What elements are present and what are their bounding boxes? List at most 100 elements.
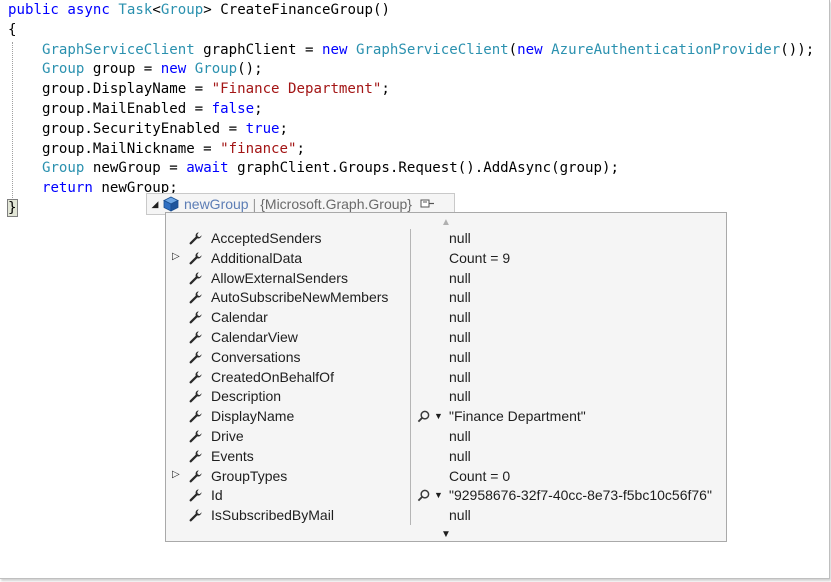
property-value[interactable]: null xyxy=(449,348,471,368)
property-row[interactable]: Events null xyxy=(166,447,726,467)
property-value[interactable]: null xyxy=(449,269,471,289)
code-token-string: "Finance Department" xyxy=(211,81,382,98)
property-name: GroupTypes xyxy=(211,467,288,484)
code-token-keyword: async xyxy=(67,2,110,18)
property-row[interactable]: ▷ GroupTypes Count = 0 xyxy=(166,467,726,487)
property-value[interactable]: null xyxy=(449,506,471,526)
code-line[interactable]: Group newGroup = await graphClient.Group… xyxy=(8,159,825,179)
property-name: Drive xyxy=(211,427,244,444)
property-row[interactable]: AcceptedSenders null xyxy=(166,229,726,249)
property-value[interactable]: null xyxy=(449,308,471,328)
property-wrench-icon xyxy=(188,271,203,286)
property-row[interactable]: ▷ AdditionalData Count = 9 xyxy=(166,249,726,269)
code-token-keyword: return xyxy=(41,180,93,197)
property-row[interactable]: Id ▼ "92958676-32f7-40cc-8e73-f5bc10c56f76… xyxy=(166,486,726,506)
property-value[interactable]: "92958676-32f7-40cc-8e73-f5bc10c56f76" xyxy=(449,486,712,506)
code-token-keyword: new xyxy=(517,41,543,58)
code-editor-window: public async Task<Group> CreateFinanceGr… xyxy=(0,0,830,579)
code-token-type: Group xyxy=(41,61,85,78)
property-value[interactable]: Count = 9 xyxy=(449,249,510,269)
code-token: group.MailEnabled = xyxy=(8,100,212,117)
property-row[interactable]: Description null xyxy=(166,387,726,407)
property-row[interactable]: Conversations null xyxy=(166,348,726,368)
code-token: group.MailNickname = xyxy=(8,140,221,157)
magnifier-visualizer-icon[interactable] xyxy=(417,489,430,502)
property-row[interactable]: DisplayName ▼ "Finance Department" xyxy=(166,407,726,427)
property-wrench-icon xyxy=(188,290,203,305)
code-line[interactable]: GraphServiceClient graphClient = new Gra… xyxy=(8,41,825,61)
magnifier-visualizer-icon[interactable] xyxy=(417,410,430,423)
code-token-keyword: new xyxy=(321,41,348,58)
property-wrench-icon xyxy=(188,330,203,345)
code-token-type: Group xyxy=(160,2,204,18)
property-row[interactable]: IsSubscribedByMail null xyxy=(166,506,726,526)
code-token-string: "finance" xyxy=(220,140,297,157)
property-name: Description xyxy=(211,388,282,405)
pin-icon[interactable] xyxy=(419,197,435,211)
visualizer-dropdown-icon[interactable]: ▼ xyxy=(434,407,443,427)
property-row[interactable]: Drive null xyxy=(166,427,726,447)
code-line[interactable]: group.MailEnabled = false; xyxy=(8,100,825,120)
code-token-type: AzureAuthenticationProvider xyxy=(551,41,781,58)
property-value[interactable]: null xyxy=(449,387,471,407)
property-row[interactable]: AllowExternalSenders null xyxy=(166,269,726,289)
code-token-type: Group xyxy=(194,61,238,78)
property-name: DisplayName xyxy=(211,408,295,425)
property-name: Conversations xyxy=(211,348,301,365)
code-line[interactable]: public async Task<Group> CreateFinanceGr… xyxy=(8,1,825,21)
code-token: group = xyxy=(84,61,161,78)
property-row[interactable]: Calendar null xyxy=(166,308,726,328)
visualizer-dropdown-icon[interactable]: ▼ xyxy=(434,486,443,506)
code-editor[interactable]: public async Task<Group> CreateFinanceGr… xyxy=(7,1,825,219)
code-line[interactable]: group.DisplayName = "Finance Department"… xyxy=(8,80,825,100)
property-value[interactable]: null xyxy=(449,229,471,249)
code-token-type: Task xyxy=(118,2,153,18)
scroll-up-arrow-icon[interactable]: ▲ xyxy=(166,215,726,229)
expand-triangle-icon[interactable]: ▷ xyxy=(172,251,182,262)
code-line[interactable]: group.MailNickname = "finance"; xyxy=(8,140,825,160)
property-wrench-icon xyxy=(188,449,203,464)
code-token-keyword: new xyxy=(160,61,187,78)
code-token: ; xyxy=(296,140,306,157)
property-value[interactable]: null xyxy=(449,447,471,467)
expand-triangle-icon[interactable]: ▷ xyxy=(172,469,182,480)
collapse-triangle-icon[interactable]: ◢ xyxy=(147,199,163,210)
property-row[interactable]: CreatedOnBehalfOf null xyxy=(166,368,726,388)
property-value[interactable]: null xyxy=(449,328,471,348)
code-line[interactable]: { xyxy=(8,21,825,41)
datatip-variable-name[interactable]: newGroup xyxy=(184,196,249,212)
property-row[interactable]: AutoSubscribeNewMembers null xyxy=(166,288,726,308)
property-value[interactable]: null xyxy=(449,288,471,308)
code-token: group.SecurityEnabled = xyxy=(8,120,246,137)
code-token-keyword: false xyxy=(211,100,255,117)
code-token: graphClient.Groups.Request().AddAsync(gr… xyxy=(228,160,619,177)
code-token-brace: } xyxy=(7,198,18,217)
code-token: (); xyxy=(237,61,263,78)
property-wrench-icon xyxy=(188,488,203,503)
property-wrench-icon xyxy=(188,350,203,365)
property-wrench-icon xyxy=(188,370,203,385)
code-token: ( xyxy=(508,41,518,58)
datatip-type-label: {Microsoft.Graph.Group} xyxy=(260,196,412,212)
property-name: Events xyxy=(211,447,254,464)
property-value[interactable]: "Finance Department" xyxy=(449,407,586,427)
code-token: group.DisplayName = xyxy=(8,81,212,98)
code-token: newGroup = xyxy=(84,160,187,177)
code-token: ; xyxy=(254,100,263,117)
property-row[interactable]: CalendarView null xyxy=(166,328,726,348)
code-line[interactable]: group.SecurityEnabled = true; xyxy=(8,120,825,140)
property-wrench-icon xyxy=(188,469,203,484)
property-value[interactable]: Count = 0 xyxy=(449,467,510,487)
property-name: CreatedOnBehalfOf xyxy=(211,368,334,385)
scroll-down-arrow-icon[interactable]: ▼ xyxy=(166,527,726,541)
property-value[interactable]: null xyxy=(449,427,471,447)
code-token: ; xyxy=(279,120,289,137)
property-value[interactable]: null xyxy=(449,368,471,388)
property-wrench-icon xyxy=(188,409,203,424)
code-token-keyword: await xyxy=(186,160,229,177)
code-line[interactable]: Group group = new Group(); xyxy=(8,60,825,80)
